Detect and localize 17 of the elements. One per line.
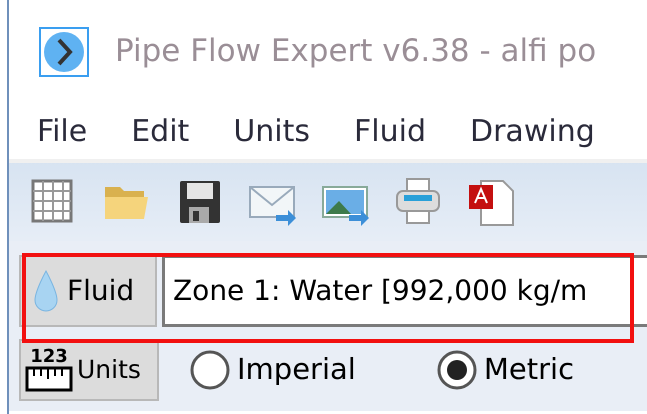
menu-item[interactable]: Units: [233, 108, 310, 154]
droplet-icon: [33, 269, 59, 313]
radio-icon: [189, 349, 231, 391]
printer-icon[interactable]: [394, 177, 443, 227]
fluid-button[interactable]: Fluid: [19, 255, 157, 327]
menu-item[interactable]: File: [37, 108, 88, 154]
radio-icon: [436, 349, 478, 391]
app-icon: [39, 26, 89, 76]
radio-option[interactable]: Imperial: [189, 348, 356, 392]
menu-item[interactable]: Fluid: [354, 108, 426, 154]
units-button[interactable]: 123 Units: [19, 339, 159, 401]
radio-option[interactable]: Metric: [436, 348, 574, 392]
fluid-field[interactable]: Zone 1: Water [992,000 kg/m: [162, 255, 647, 327]
menu-item[interactable]: Drawing: [470, 108, 595, 154]
menu-item[interactable]: Edit: [131, 108, 190, 154]
pdf-document-icon[interactable]: [467, 177, 516, 227]
window-title: Pipe Flow Expert v6.38 - alfi po: [115, 32, 596, 72]
